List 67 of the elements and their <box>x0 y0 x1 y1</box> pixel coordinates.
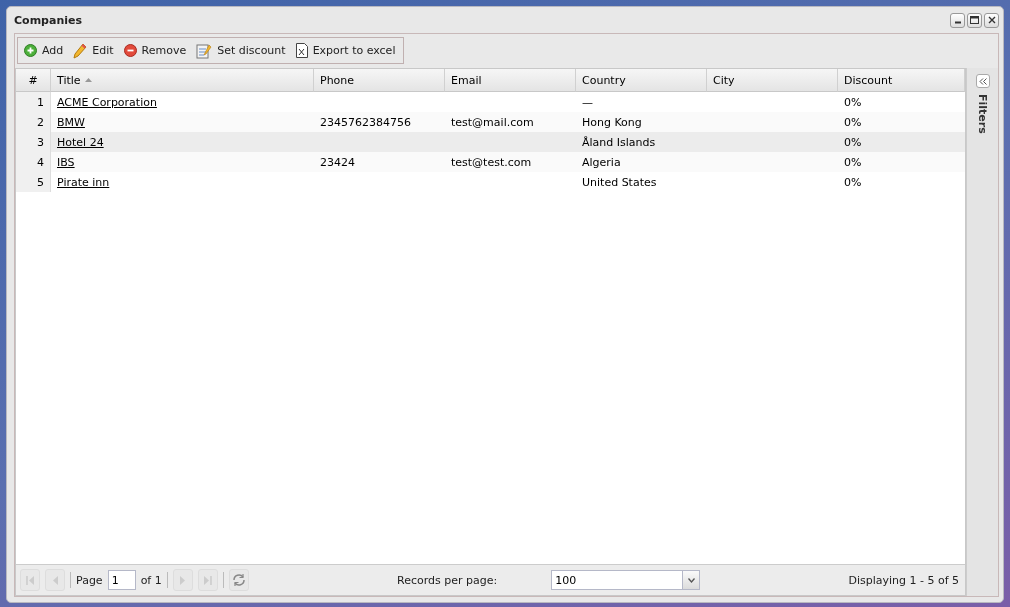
page-input[interactable]: 1 <box>107 570 136 590</box>
plus-icon <box>24 44 37 57</box>
row-number: 1 <box>16 92 51 112</box>
toolbar-button[interactable]: Export to excel <box>295 43 396 58</box>
table-cell-text: 0% <box>843 94 863 111</box>
table-cell-text: 2345762384756 <box>319 114 412 131</box>
table-cell-text: Åland Islands <box>581 134 657 151</box>
table-row[interactable]: 3 Hotel 24 Åland Islands 0% <box>16 132 965 152</box>
minimize-button[interactable] <box>950 12 965 28</box>
refresh-icon <box>231 573 246 587</box>
toolbar-button[interactable]: Edit <box>73 42 114 59</box>
minus-icon <box>123 44 137 57</box>
row-number: 4 <box>16 152 51 172</box>
refresh-button[interactable] <box>228 569 249 591</box>
window-title: Companies <box>14 13 82 27</box>
toolbar-button[interactable]: Remove <box>123 44 187 57</box>
table-cell-text: Algeria <box>581 154 622 171</box>
last-page-icon <box>203 575 212 585</box>
page-label: Page <box>76 573 103 587</box>
row-number: 2 <box>16 112 51 132</box>
toolbar-button[interactable]: Set discount <box>196 42 286 59</box>
close-icon <box>987 16 996 24</box>
table-row[interactable]: 4 IBS 23424 test@test.com Algeria 0% <box>16 152 965 172</box>
table-cell-text: 0% <box>843 114 863 131</box>
column-header[interactable]: Discount <box>838 69 965 92</box>
expand-button[interactable] <box>975 74 990 88</box>
table-cell-text: 23424 <box>319 154 356 171</box>
row-number: 3 <box>16 132 51 152</box>
maximize-button[interactable] <box>967 12 982 28</box>
page-count: of 1 <box>140 573 162 587</box>
table-cell-text: Hong Kong <box>581 114 643 131</box>
table-row[interactable]: 2 BMW 2345762384756 test@mail.com Hong Kong 0% <box>16 112 965 132</box>
chevron-down-icon <box>687 577 695 583</box>
column-header[interactable]: Email <box>445 69 576 92</box>
toolbar-button[interactable]: Add <box>24 44 64 57</box>
company-link[interactable]: Pirate inn <box>57 175 110 189</box>
company-link[interactable]: BMW <box>57 115 85 129</box>
column-header[interactable]: Country <box>576 69 707 92</box>
previous-page-icon <box>52 575 58 585</box>
column-header[interactable]: City <box>707 69 838 92</box>
company-link[interactable]: ACME Corporation <box>57 95 157 109</box>
table-cell-text: United States <box>581 174 658 191</box>
company-link[interactable]: IBS <box>57 155 75 169</box>
sort-ascending-icon <box>84 78 92 82</box>
table-cell-text: test@mail.com <box>450 114 535 131</box>
row-number: 5 <box>16 172 51 192</box>
table-cell-text: 0% <box>843 174 863 191</box>
pencil-icon <box>73 42 88 59</box>
maximize-icon <box>970 16 979 24</box>
next-page-icon <box>179 575 186 585</box>
column-header[interactable]: Title <box>51 69 314 92</box>
filters-title: Filters <box>976 94 989 134</box>
records-per-page-select[interactable]: 100 <box>551 570 701 590</box>
first-page-icon <box>26 575 34 585</box>
document-icon <box>196 42 213 59</box>
table-cell-text: 0% <box>843 154 863 171</box>
table-cell-text: 0% <box>843 134 863 151</box>
close-button[interactable] <box>984 12 999 28</box>
spreadsheet-file-icon <box>295 43 308 58</box>
double-chevron-left-icon <box>978 77 987 85</box>
table-cell-text: — <box>581 94 594 111</box>
table-cell-text: test@test.com <box>450 154 533 171</box>
company-link[interactable]: Hotel 24 <box>57 135 104 149</box>
column-header[interactable]: # <box>16 69 51 92</box>
records-per-page-label: Records per page: <box>397 573 498 587</box>
display-summary: Displaying 1 - 5 of 5 <box>848 573 959 587</box>
column-header[interactable]: Phone <box>314 69 445 92</box>
